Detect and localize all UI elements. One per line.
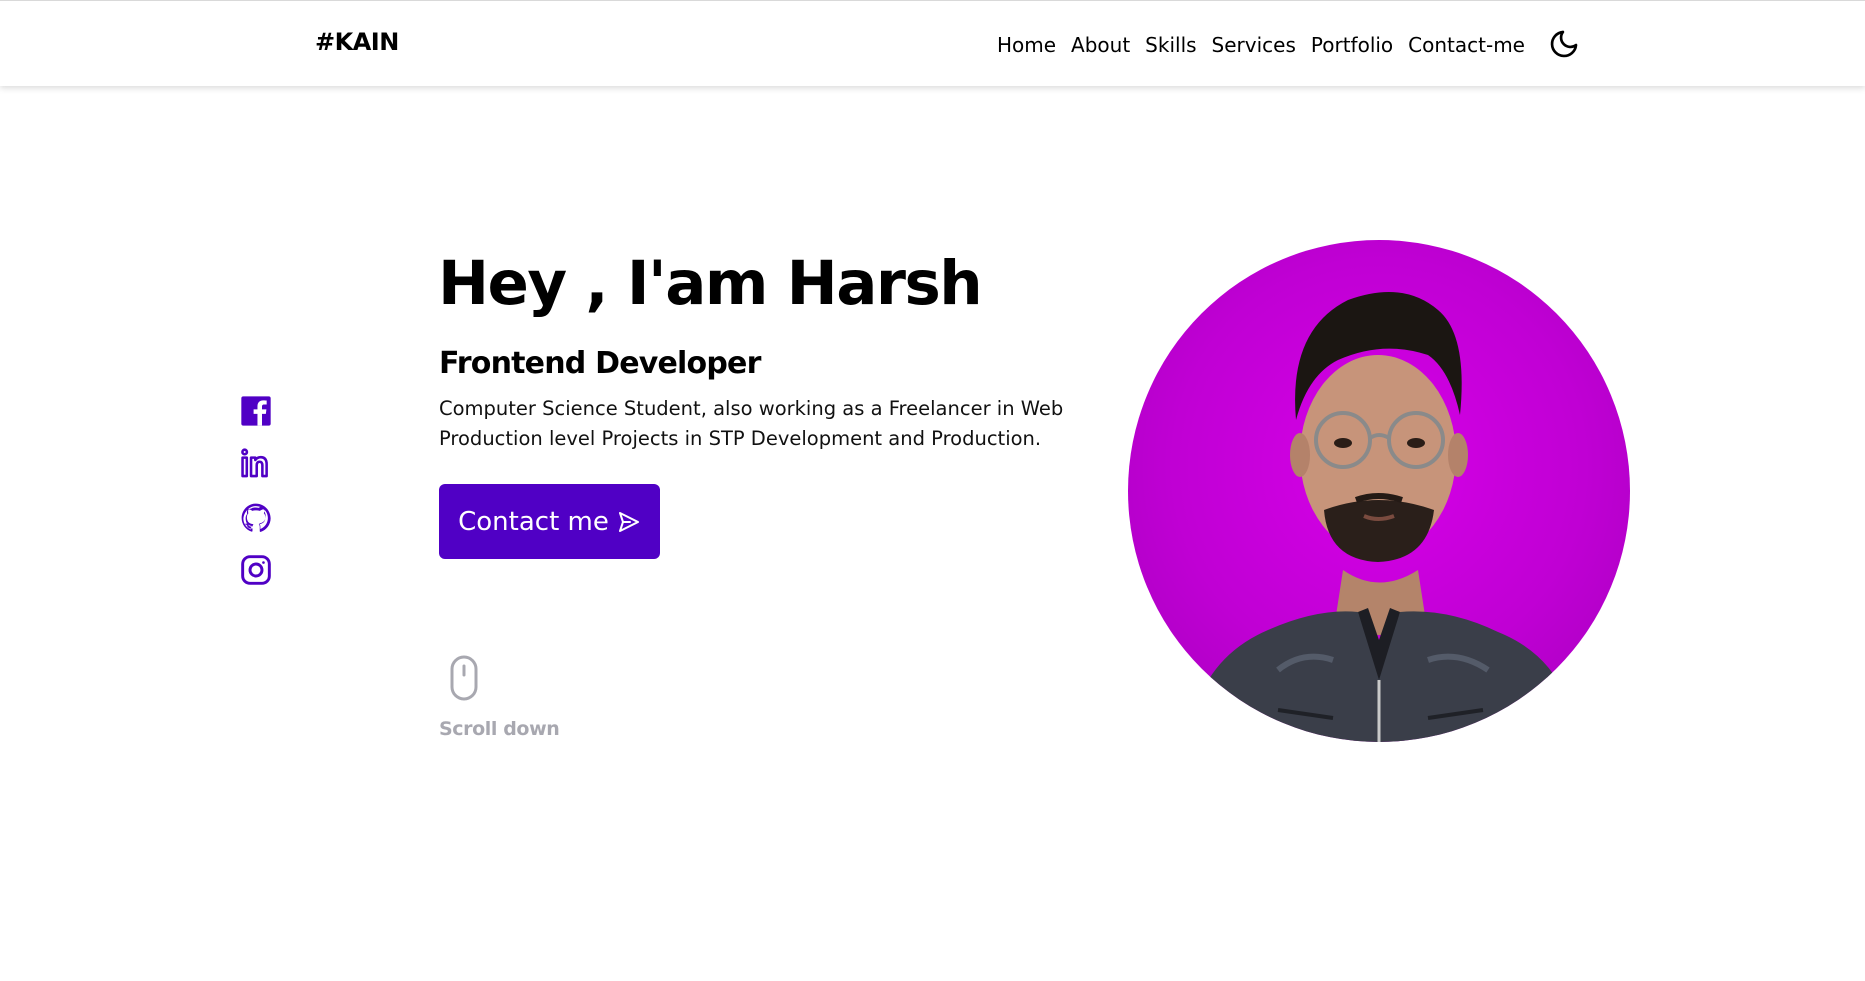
nav-contact[interactable]: Contact-me (1408, 33, 1525, 57)
nav-portfolio[interactable]: Portfolio (1311, 33, 1393, 57)
github-icon[interactable] (238, 500, 274, 536)
instagram-icon[interactable] (238, 552, 274, 588)
nav-skills[interactable]: Skills (1145, 33, 1196, 57)
site-header: #KAIN Home About Skills Services Portfol… (0, 0, 1865, 86)
facebook-icon[interactable] (238, 393, 274, 429)
nav-home[interactable]: Home (997, 33, 1056, 57)
hero-description: Computer Science Student, also working a… (439, 397, 1064, 450)
mouse-icon[interactable] (446, 655, 482, 701)
nav-about[interactable]: About (1071, 33, 1130, 57)
nav-services[interactable]: Services (1212, 33, 1296, 57)
send-icon (618, 511, 639, 532)
site-logo[interactable]: #KAIN (315, 28, 399, 56)
scroll-down-label[interactable]: Scroll down (439, 718, 560, 740)
hero-subtitle: Frontend Developer (439, 346, 761, 381)
linkedin-icon[interactable] (238, 446, 274, 482)
contact-me-button[interactable]: Contact me (439, 484, 660, 559)
contact-me-label: Contact me (458, 506, 609, 537)
hero-title: Hey , I'am Harsh (438, 248, 983, 319)
main-nav: Home About Skills Services Portfolio Con… (982, 33, 1525, 57)
moon-icon[interactable] (1548, 28, 1580, 60)
profile-avatar (1128, 240, 1630, 742)
